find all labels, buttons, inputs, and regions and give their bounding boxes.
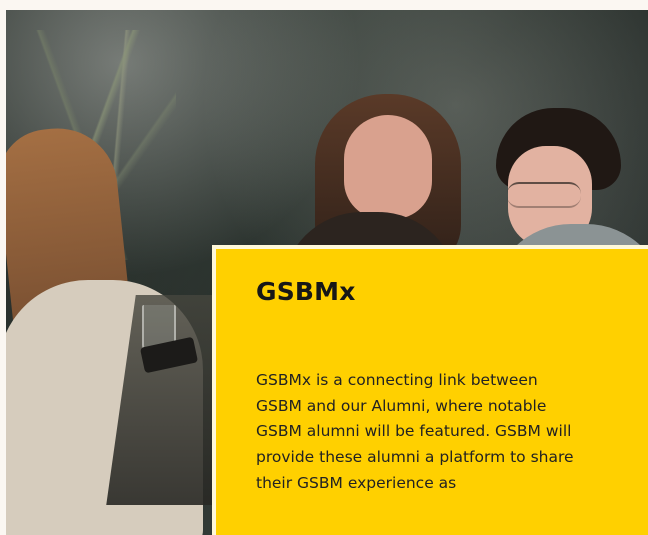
card-description: GSBMx is a connecting link between GSBM … <box>256 371 574 492</box>
person-middle-face <box>344 115 432 219</box>
gsbmx-info-card: GSBMx GSBMx is a connecting link between… <box>212 245 648 535</box>
card-title: GSBMx <box>256 277 356 306</box>
glasses-icon <box>507 182 581 208</box>
